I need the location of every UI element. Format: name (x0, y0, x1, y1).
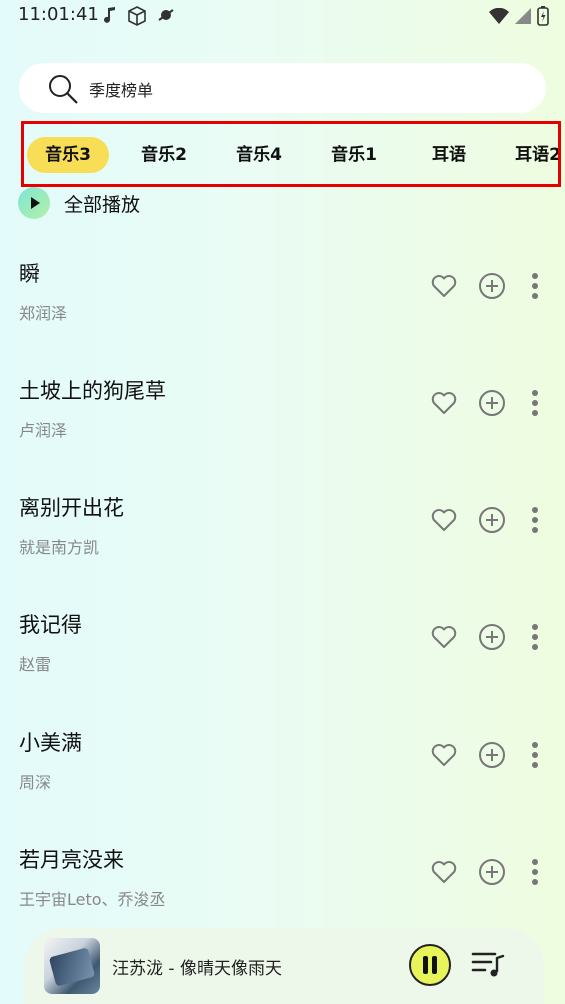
song-title: 小美满 (19, 731, 82, 755)
song-artist: 周深 (19, 773, 52, 792)
add-to-playlist-icon[interactable] (478, 623, 506, 651)
tab-whisper[interactable]: 耳语 (407, 137, 491, 173)
song-title: 瞬 (19, 262, 40, 286)
add-to-playlist-icon[interactable] (478, 272, 506, 300)
song-artist: 郑润泽 (19, 304, 68, 323)
more-options-icon[interactable] (530, 623, 540, 651)
song-title: 土坡上的狗尾草 (19, 379, 166, 403)
add-to-playlist-icon[interactable] (478, 741, 506, 769)
song-title: 若月亮没来 (19, 848, 124, 872)
satellite-icon (158, 9, 174, 21)
music-note-icon (104, 7, 115, 23)
add-to-playlist-icon[interactable] (478, 389, 506, 417)
cube-icon (128, 6, 146, 26)
song-title: 离别开出花 (19, 496, 124, 520)
play-all-button[interactable]: 全部播放 (18, 187, 140, 219)
more-options-icon[interactable] (530, 272, 540, 300)
song-artist: 就是南方凯 (19, 538, 100, 557)
tab-music2[interactable]: 音乐2 (122, 137, 206, 173)
song-title: 我记得 (19, 613, 82, 637)
song-row[interactable]: 瞬 郑润泽 (0, 258, 565, 368)
heart-icon[interactable] (430, 506, 458, 534)
song-artist: 王宇宙Leto、乔浚丞 (19, 890, 166, 909)
wifi-icon (489, 8, 509, 24)
now-playing-title: 汪苏泷 - 像晴天像雨天 (112, 959, 282, 979)
heart-icon[interactable] (430, 623, 458, 651)
play-all-label: 全部播放 (64, 193, 141, 216)
play-icon (18, 187, 50, 219)
song-row[interactable]: 我记得 赵雷 (0, 609, 565, 719)
more-options-icon[interactable] (530, 858, 540, 886)
song-artist: 卢润泽 (19, 421, 68, 440)
status-time: 11:01:41 (18, 4, 99, 25)
song-row[interactable]: 小美满 周深 (0, 727, 565, 837)
more-options-icon[interactable] (530, 389, 540, 417)
search-query: 季度榜单 (89, 81, 154, 100)
search-icon (49, 75, 78, 104)
add-to-playlist-icon[interactable] (478, 858, 506, 886)
category-tab-strip: 音乐3 音乐2 音乐4 音乐1 耳语 耳语2 (21, 121, 561, 187)
tab-music4[interactable]: 音乐4 (217, 137, 301, 173)
tab-music3[interactable]: 音乐3 (27, 137, 109, 173)
tab-music1[interactable]: 音乐1 (312, 137, 396, 173)
status-bar: 11:01:41 (0, 0, 565, 32)
song-row[interactable]: 土坡上的狗尾草 卢润泽 (0, 375, 565, 485)
more-options-icon[interactable] (530, 506, 540, 534)
heart-icon[interactable] (430, 858, 458, 886)
playlist-icon[interactable] (471, 950, 505, 978)
pause-icon (423, 956, 428, 974)
mini-player[interactable]: 汪苏泷 - 像晴天像雨天 (24, 928, 544, 1004)
more-options-icon[interactable] (530, 741, 540, 769)
heart-icon[interactable] (430, 389, 458, 417)
battery-charging-icon (537, 6, 549, 26)
heart-icon[interactable] (430, 741, 458, 769)
pause-button[interactable] (409, 944, 451, 986)
tab-whisper2[interactable]: 耳语2 (496, 137, 558, 173)
signal-icon (515, 8, 531, 24)
heart-icon[interactable] (430, 272, 458, 300)
album-art[interactable] (44, 938, 100, 994)
add-to-playlist-icon[interactable] (478, 506, 506, 534)
song-row[interactable]: 离别开出花 就是南方凯 (0, 492, 565, 602)
song-artist: 赵雷 (19, 655, 52, 674)
search-bar[interactable]: 季度榜单 (19, 63, 546, 113)
